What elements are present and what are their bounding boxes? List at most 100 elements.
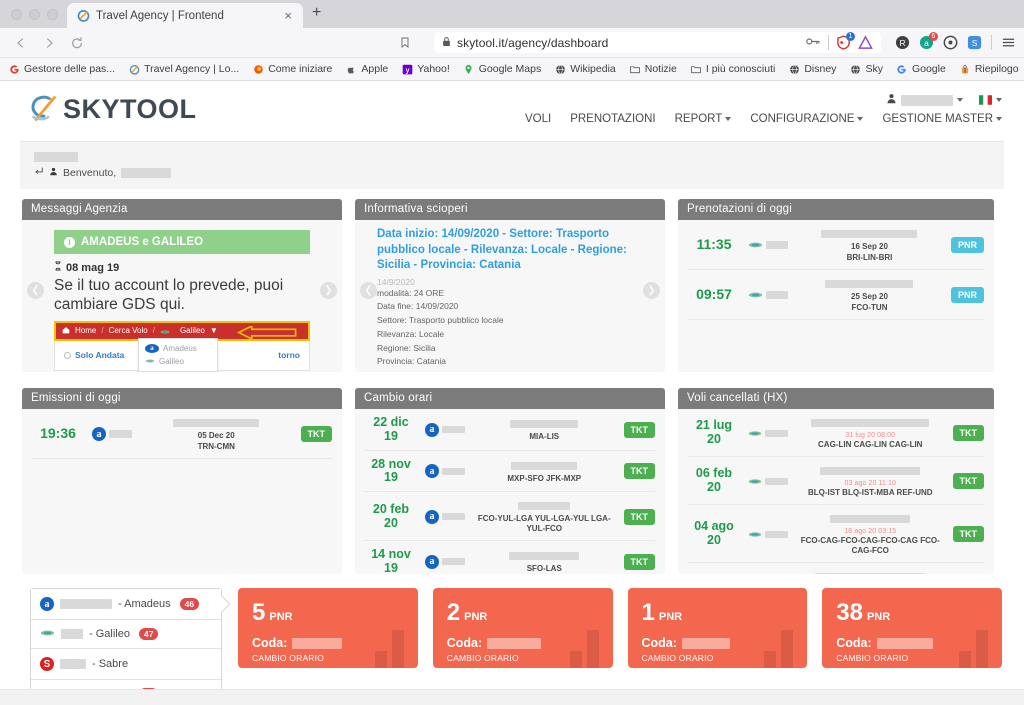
table-row[interactable]: 31 lug 20 25 ago 20 12:00 MXP-BRU-ABJ-BR…: [688, 563, 984, 574]
bookmark-item[interactable]: Disney: [788, 63, 836, 75]
close-tab-button[interactable]: ×: [281, 9, 295, 22]
browser-tab[interactable]: Travel Agency | Frontend ×: [67, 3, 303, 28]
window-controls[interactable]: [8, 0, 67, 28]
table-row[interactable]: 04 ago 20 18 ago 20 03:15 FCO-CAG-FCO-CA…: [688, 505, 984, 563]
bookmark-item[interactable]: Riepilogo: [959, 63, 1019, 75]
table-row[interactable]: 14 nov 19 a SFO-LAS TKT: [365, 541, 655, 574]
table-row[interactable]: 06 feb 20 03 ago 20 11:10 BLQ-IST BLQ-IS…: [688, 457, 984, 505]
screenshot-gds-dropdown: a Amadeus Galileo: [138, 338, 218, 372]
bookmark-label: Apple: [361, 63, 388, 75]
address-bar[interactable]: skytool.it/agency/dashboard 1: [434, 32, 881, 53]
pnr-button[interactable]: PNR: [951, 287, 984, 303]
carousel-next-button[interactable]: ❯: [320, 282, 337, 299]
list-item[interactable]: - Galileo 47: [31, 620, 221, 649]
amadeus-icon: a: [425, 510, 439, 524]
browser-nav-bar: skytool.it/agency/dashboard 1 R a: [0, 28, 1024, 58]
bookmark-item[interactable]: Wikipedia: [554, 63, 616, 75]
nav-item-report[interactable]: REPORT: [675, 113, 732, 125]
nav-item-configurazione[interactable]: CONFIGURAZIONE: [750, 113, 863, 125]
bookmark-icon[interactable]: [392, 32, 418, 54]
row-details: SFO-LAS: [473, 549, 616, 574]
carousel-prev-button[interactable]: ❮: [27, 282, 44, 299]
table-row[interactable]: 09:57 25 Sep 20 FCO-TUN PNR: [688, 270, 984, 320]
tkt-button[interactable]: TKT: [624, 554, 656, 570]
nav-item-prenotazioni[interactable]: PRENOTAZIONI: [570, 113, 655, 125]
queue-card[interactable]: 2 PNR Coda: CAMBIO ORARIO: [433, 588, 613, 668]
card-queue-label: Coda:: [447, 636, 482, 650]
tkt-button[interactable]: TKT: [953, 473, 985, 489]
queue-card[interactable]: 5 PNR Coda: CAMBIO ORARIO: [238, 588, 418, 668]
tkt-button[interactable]: TKT: [624, 463, 656, 479]
carousel-next-button[interactable]: ❯: [643, 282, 660, 299]
hamburger-menu-icon[interactable]: [1001, 35, 1016, 50]
nav-item-gestione-master[interactable]: GESTIONE MASTER: [882, 113, 1002, 125]
row-route: CAG-LIN CAG-LIN CAG-LIN: [796, 440, 945, 450]
bookmark-item[interactable]: yYahoo!: [401, 63, 450, 75]
back-arrow-icon[interactable]: [8, 32, 34, 54]
welcome-text: Benvenuto,: [63, 167, 116, 179]
table-row[interactable]: 11:35 16 Sep 20 BRI-LIN-BRI PNR: [688, 220, 984, 270]
site-logo[interactable]: SKYTOOL: [28, 93, 197, 125]
pnr-button[interactable]: PNR: [951, 237, 984, 253]
strike-headline[interactable]: Data inizio: 14/09/2020 - Settore: Trasp…: [377, 227, 643, 274]
bookmark-item[interactable]: Come iniziare: [252, 63, 332, 75]
table-row[interactable]: 28 nov 19 a MXP-SFO JFK-MXP TKT: [365, 451, 655, 493]
svg-text:S: S: [972, 38, 978, 48]
nav-item-voli[interactable]: VOLI: [525, 113, 551, 125]
breadcrumb-sep: /: [101, 326, 103, 335]
agency-name-redacted: [34, 152, 78, 162]
maximize-window-button[interactable]: [47, 9, 58, 20]
row-agent-redacted: [766, 291, 788, 299]
language-selector[interactable]: [979, 95, 1002, 105]
extension-ring-icon[interactable]: [943, 35, 958, 50]
list-item[interactable]: a - Amadeus 46: [31, 589, 221, 620]
bookmark-label: Travel Agency | Lo...: [144, 63, 239, 75]
extension-blue-icon[interactable]: S: [967, 35, 982, 50]
message-date: 08 mag 19: [54, 261, 332, 274]
option-label: Solo Andata: [75, 350, 124, 360]
carousel-prev-button[interactable]: ❮: [360, 282, 377, 299]
queue-card[interactable]: 38 PNR Coda: CAMBIO ORARIO: [822, 588, 1002, 668]
row-gds: [748, 426, 788, 440]
table-row[interactable]: 19:36 a 05 Dec 20 TRN-CMN TKT: [32, 409, 332, 459]
bookmark-item[interactable]: Apple: [345, 63, 388, 75]
list-item[interactable]: S - Sabre: [31, 649, 221, 680]
tkt-button[interactable]: TKT: [624, 422, 656, 438]
table-row[interactable]: 20 feb 20 a FCO-YUL-LGA YUL-LGA-YUL LGA-…: [365, 492, 655, 541]
bookmark-item[interactable]: I più conosciuti: [690, 63, 775, 75]
row-time: 14 nov 19: [365, 548, 417, 574]
close-window-button[interactable]: [11, 9, 22, 20]
gds-label: - Amadeus: [118, 598, 171, 610]
tkt-button[interactable]: TKT: [301, 426, 333, 442]
row-details: 25 ago 20 12:00 MXP-BRU-ABJ-BRU-MXP ABJ-…: [796, 570, 945, 574]
queue-card[interactable]: 1 PNR Coda: CAMBIO ORARIO: [628, 588, 808, 668]
minimize-window-button[interactable]: [29, 9, 40, 20]
forward-arrow-icon[interactable]: [36, 32, 62, 54]
message-body: Se il tuo account lo prevede, puoi cambi…: [54, 276, 310, 315]
table-row[interactable]: 21 lug 20 31 lug 20 08:00 CAG-LIN CAG-LI…: [688, 409, 984, 457]
tkt-button[interactable]: TKT: [953, 425, 985, 441]
key-icon[interactable]: [806, 36, 821, 50]
bookmark-item[interactable]: Sky: [849, 63, 883, 75]
row-name-redacted: [825, 280, 913, 288]
bookmark-item[interactable]: Google: [896, 63, 946, 75]
shield-extension-icon[interactable]: 1: [836, 35, 851, 50]
bookmark-item[interactable]: Google Maps: [463, 63, 541, 75]
page-footer: [0, 689, 1024, 705]
new-tab-button[interactable]: +: [303, 4, 330, 24]
row-name-redacted: [820, 467, 920, 475]
message-date-text: 08 mag 19: [66, 262, 119, 274]
bookmark-item[interactable]: Notizie: [629, 63, 677, 75]
bookmark-item[interactable]: Travel Agency | Lo...: [128, 63, 239, 75]
extension-dark-circle-icon[interactable]: R: [895, 35, 910, 50]
triangle-extension-icon[interactable]: [858, 35, 873, 50]
panel-cambio-orari: Cambio orari 22 dic 19 a MIA-LIS: [355, 388, 665, 574]
tkt-button[interactable]: TKT: [624, 509, 656, 525]
extension-green-icon[interactable]: a 6: [919, 35, 934, 50]
user-menu[interactable]: [886, 93, 963, 107]
table-row[interactable]: 22 dic 19 a MIA-LIS TKT: [365, 409, 655, 451]
reload-icon[interactable]: [64, 32, 90, 54]
bookmark-item[interactable]: Gestore delle pas...: [8, 63, 115, 75]
row-details: 18 ago 20 03:15 FCO-CAG-FCO-CAG-FCO-CAG …: [796, 512, 945, 556]
tkt-button[interactable]: TKT: [953, 526, 985, 542]
